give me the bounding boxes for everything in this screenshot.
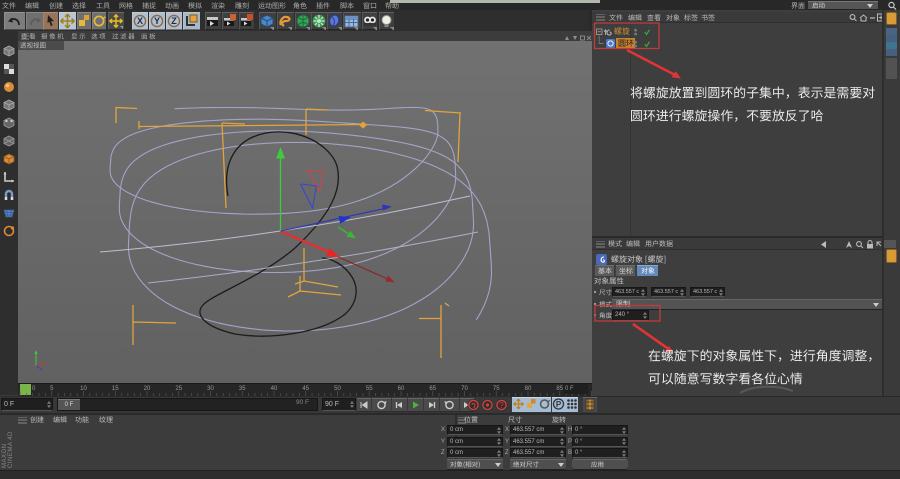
svg-text:P: P — [555, 400, 561, 409]
svg-text:?: ? — [499, 401, 504, 410]
svg-text:Y: Y — [154, 16, 160, 26]
svg-text:Z: Z — [171, 16, 177, 26]
svg-text:X: X — [137, 16, 143, 26]
